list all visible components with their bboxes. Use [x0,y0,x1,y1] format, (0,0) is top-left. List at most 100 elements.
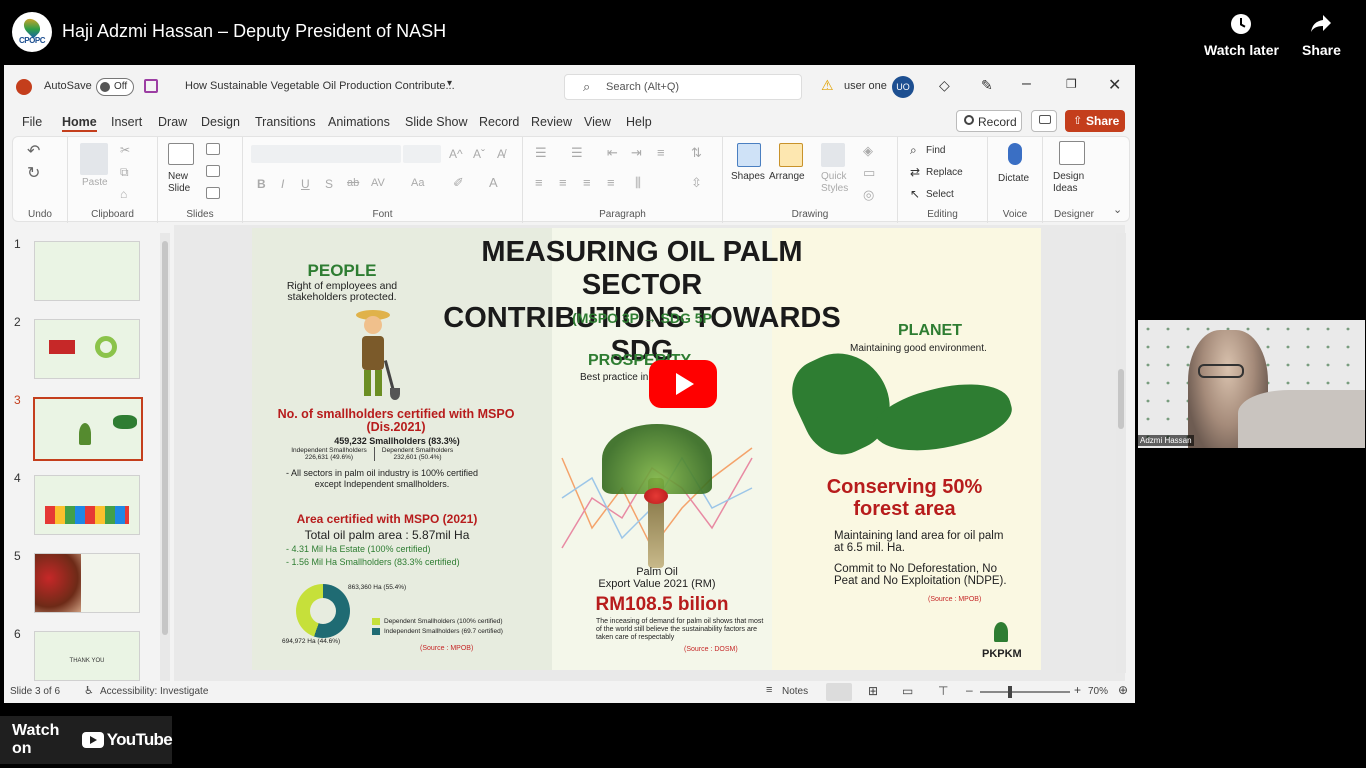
accessibility-status[interactable]: Accessibility: Investigate [100,686,208,697]
align-left-icon[interactable]: ≡ [535,175,543,190]
select-button[interactable]: Select [926,189,954,200]
section-icon[interactable] [206,187,220,199]
tab-record[interactable]: Record [479,115,519,129]
canvas-scrollbar[interactable] [1116,233,1126,673]
new-slide-label[interactable]: New Slide [168,171,190,195]
current-slide[interactable]: MEASURING OIL PALM SECTOR CONTRIBUTIONS … [252,228,1041,670]
highlight-icon[interactable]: ✐ [453,175,464,191]
normal-view-button[interactable] [826,683,852,701]
shape-outline-icon[interactable]: ▭ [863,165,875,181]
save-icon[interactable] [144,79,158,93]
tab-insert[interactable]: Insert [111,115,142,129]
font-size-select[interactable] [403,145,441,163]
numbering-icon[interactable]: ☰ [571,145,583,161]
design-ideas-label[interactable]: Design Ideas [1053,171,1084,195]
close-icon[interactable]: ✕ [1108,75,1121,95]
search-box[interactable]: ⌕ Search (Alt+Q) [564,74,802,100]
notes-button[interactable]: Notes [782,686,808,697]
quick-styles-label[interactable]: Quick Styles [821,171,848,195]
change-case-icon[interactable]: Aa [411,177,424,189]
user-avatar[interactable]: UO [892,76,914,98]
design-ideas-icon[interactable] [1059,141,1085,165]
document-title[interactable]: How Sustainable Vegetable Oil Production… [185,80,455,92]
redo-icon[interactable]: ↻ [27,163,40,183]
char-spacing-icon[interactable]: AV [371,177,385,189]
increase-indent-icon[interactable]: ⇥ [631,145,642,161]
minimize-icon[interactable]: – [1022,75,1031,93]
play-button[interactable] [649,360,717,408]
zoom-slider[interactable] [980,686,1070,698]
italic-icon[interactable]: I [281,177,284,191]
reset-icon[interactable] [206,165,220,177]
tab-draw[interactable]: Draw [158,115,187,129]
tab-animations[interactable]: Animations [328,115,390,129]
strikethrough-icon[interactable]: ab [347,177,359,189]
arrange-icon[interactable] [779,143,803,167]
paste-icon[interactable] [80,143,108,175]
channel-avatar[interactable]: CPOPC [12,12,52,52]
tab-home[interactable]: Home [62,115,97,132]
shrink-font-icon[interactable]: Aˇ [473,147,485,161]
slide-thumbnail-3-selected[interactable] [33,397,143,461]
restore-icon[interactable]: ❐ [1066,77,1077,91]
watch-later-button[interactable]: Watch later [1204,12,1279,58]
tab-file[interactable]: File [22,115,42,129]
fit-slide-icon[interactable]: ⊕ [1118,683,1128,697]
cut-icon[interactable]: ✂ [120,143,130,157]
shape-fill-icon[interactable]: ◈ [863,143,873,159]
slide-thumbnail-4[interactable] [34,475,140,535]
slide-thumbnail-2[interactable] [34,319,140,379]
new-slide-icon[interactable] [168,143,194,165]
columns-icon[interactable]: ⫼ [635,175,641,191]
underline-icon[interactable]: U [301,177,310,191]
text-direction-icon[interactable]: ⇅ [691,145,702,161]
find-button[interactable]: Find [926,145,945,156]
tab-view[interactable]: View [584,115,611,129]
copy-icon[interactable]: ⧉ [120,165,129,180]
collapse-ribbon-icon[interactable]: ⌄ [1113,203,1122,216]
slide-sorter-icon[interactable]: ⊞ [868,684,878,698]
bullets-icon[interactable]: ☰ [535,145,547,161]
video-title[interactable]: Haji Adzmi Hassan – Deputy President of … [62,21,446,42]
tab-design[interactable]: Design [201,115,240,129]
layout-icon[interactable] [206,143,220,155]
user-name[interactable]: user one [844,80,887,92]
replace-button[interactable]: Replace [926,167,963,178]
grow-font-icon[interactable]: A^ [449,147,463,161]
autosave-toggle[interactable]: Off [96,78,134,96]
shapes-icon[interactable] [737,143,761,167]
slideshow-icon[interactable]: ⊤ [938,684,948,698]
shadow-icon[interactable]: S [325,177,333,191]
align-right-icon[interactable]: ≡ [583,175,591,190]
shapes-label[interactable]: Shapes [731,171,765,182]
reading-view-icon[interactable]: ▭ [902,684,913,698]
zoom-level[interactable]: 70% [1088,686,1108,697]
comments-button[interactable] [1031,110,1057,132]
warning-icon[interactable]: ⚠ [821,77,834,94]
font-color-icon[interactable]: A [489,175,498,190]
share-button[interactable]: ⇧ Share [1065,110,1125,132]
format-painter-icon[interactable]: ⌂ [120,187,127,201]
slide-thumbnail-5[interactable] [34,553,140,613]
slide-thumbnail-6[interactable]: THANK YOU [34,631,140,681]
shape-effects-icon[interactable]: ◎ [863,187,874,203]
undo-icon[interactable]: ↶ [27,141,40,161]
font-family-select[interactable] [251,145,401,163]
align-center-icon[interactable]: ≡ [559,175,567,190]
tab-help[interactable]: Help [626,115,652,129]
pen-icon[interactable]: ✎ [981,77,993,94]
share-video-button[interactable]: Share [1302,12,1341,58]
title-dropdown-icon[interactable]: ▾ [447,78,452,89]
tab-review[interactable]: Review [531,115,572,129]
bold-icon[interactable]: B [257,177,266,191]
tab-transitions[interactable]: Transitions [255,115,316,129]
align-text-icon[interactable]: ⇳ [691,175,702,191]
watch-on-youtube-button[interactable]: Watch on YouTube [0,716,173,764]
dictate-label[interactable]: Dictate [998,173,1029,184]
diamond-icon[interactable]: ◇ [939,77,950,94]
slide-thumbnail-1[interactable] [34,241,140,301]
microphone-icon[interactable] [1008,143,1022,165]
thumbs-scrollbar[interactable] [160,233,170,681]
quick-styles-icon[interactable] [821,143,845,167]
justify-icon[interactable]: ≡ [607,175,615,190]
